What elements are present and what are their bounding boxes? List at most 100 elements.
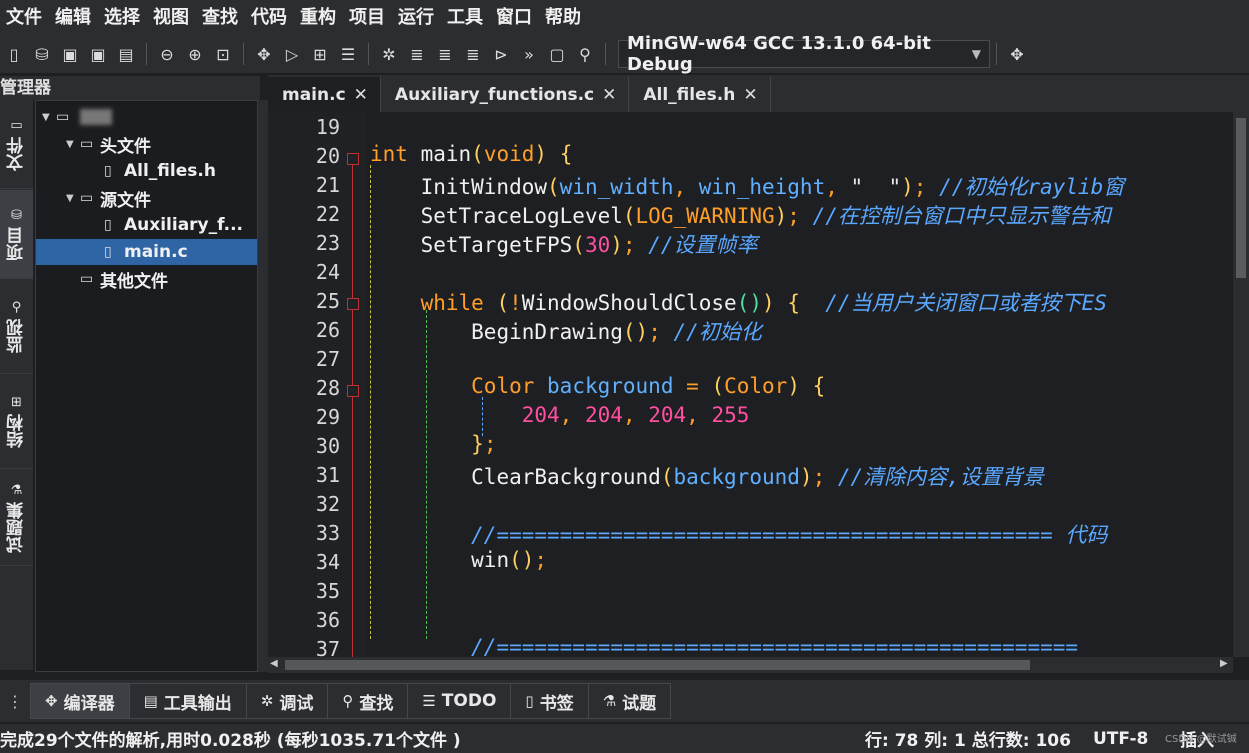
bottom-tab-label: 查找 — [359, 693, 394, 714]
new-file-icon[interactable]: ▯ — [1, 41, 27, 67]
tree-item[interactable]: ▯ Auxiliary_f... — [36, 212, 257, 238]
menu-item[interactable]: 项目 — [343, 0, 392, 35]
options-icon[interactable]: ☰ — [335, 41, 361, 67]
menu-bar: 文件 编辑 选择 视图 查找 代码 重构 项目 运行 工具 窗口 帮助 — [0, 0, 1249, 35]
folder-icon: ▭ — [80, 271, 94, 287]
compile-icon[interactable]: ✥ — [251, 41, 277, 67]
open-project-icon[interactable]: ⛁ — [29, 41, 55, 67]
scroll-right-icon[interactable]: ▶ — [1220, 658, 1228, 669]
menu-item[interactable]: 编辑 — [49, 0, 98, 35]
step-into-icon[interactable]: ≣ — [432, 41, 458, 67]
panel-grip-icon: ⋮ — [7, 691, 23, 711]
close-icon[interactable]: ✕ — [743, 85, 757, 105]
bottom-tab[interactable]: ▤ 工具输出 — [128, 683, 247, 719]
menu-item[interactable]: 重构 — [294, 0, 343, 35]
bottom-tab[interactable]: ▯ 书签 — [510, 683, 589, 719]
add-watch-icon[interactable]: ⚲ — [572, 41, 598, 67]
project-icon: ⛁ — [11, 207, 22, 223]
compile-run-icon[interactable]: ⊞ — [307, 41, 333, 67]
fold-marker-icon[interactable] — [347, 385, 359, 397]
side-tab-1[interactable]: ⛁ 项目 — [0, 190, 33, 279]
code-line: //======================================… — [471, 523, 1108, 547]
line-number: 23 — [315, 231, 340, 255]
forward-icon[interactable]: ⊕ — [182, 41, 208, 67]
save-as-icon[interactable]: ▣ — [85, 41, 111, 67]
bottom-tab[interactable]: ✲ 调试 — [245, 683, 329, 719]
tree-item-label: main.c — [124, 242, 188, 262]
menu-item[interactable]: 查找 — [196, 0, 245, 35]
scroll-left-icon[interactable]: ◀ — [270, 658, 278, 669]
splitter[interactable] — [258, 100, 268, 672]
tree-item[interactable]: ▼ ▭ — [36, 104, 257, 130]
side-tab-4[interactable]: ⚗ 试题集 — [0, 470, 33, 566]
line-number: 31 — [315, 463, 340, 487]
encoding[interactable]: UTF-8 — [1093, 729, 1148, 749]
bottom-tab[interactable]: ⚲ 查找 — [327, 683, 409, 719]
back-icon[interactable]: ⊖ — [154, 41, 180, 67]
close-icon[interactable]: ✕ — [602, 85, 616, 105]
line-number: 33 — [315, 521, 340, 545]
close-icon[interactable]: ✕ — [354, 85, 368, 105]
code-editor[interactable]: 19 20 21 22 23 24 25 26 27 28 29 30 31 32 33 34 35 36 37 i… — [268, 112, 1233, 657]
menu-item[interactable]: 视图 — [147, 0, 196, 35]
redacted-name — [80, 109, 112, 125]
folder-icon: ▭ — [80, 190, 94, 206]
structure-icon: ⊞ — [11, 395, 22, 410]
side-tab-label: 监视 — [7, 319, 27, 353]
menu-item[interactable]: 帮助 — [539, 0, 588, 35]
step-out-icon[interactable]: ≣ — [460, 41, 486, 67]
menu-item[interactable]: 窗口 — [490, 0, 539, 35]
fold-marker-icon[interactable] — [347, 153, 359, 165]
save-all-icon[interactable]: ▤ — [113, 41, 139, 67]
side-tab-0[interactable]: ▭ 文件 — [0, 100, 33, 189]
tree-item-label: 源文件 — [100, 190, 151, 211]
editor-tab[interactable]: All_files.h ✕ — [629, 77, 771, 112]
compiler-settings-icon[interactable]: ✥ — [1004, 41, 1030, 67]
menu-item[interactable]: 运行 — [392, 0, 441, 35]
code-line: }; — [471, 432, 497, 456]
tree-item-label: 其他文件 — [100, 271, 168, 292]
debug-icon[interactable]: ✲ — [376, 41, 402, 67]
toolbar-separator — [368, 43, 369, 65]
tree-item-label: 头文件 — [100, 136, 151, 157]
continue-icon[interactable]: » — [516, 41, 542, 67]
bottom-tab[interactable]: ☰ TODO — [407, 683, 512, 719]
run-to-cursor-icon[interactable]: ⊳ — [488, 41, 514, 67]
tree-item[interactable]: ▭ 其他文件 — [36, 266, 257, 292]
side-tab-label: 试题集 — [7, 501, 27, 553]
menu-item[interactable]: 工具 — [441, 0, 490, 35]
vertical-scroll-thumb[interactable] — [1236, 118, 1246, 278]
editor-tab-label: Auxiliary_functions.c — [394, 84, 595, 105]
bottom-tab[interactable]: ✥ 编译器 — [30, 683, 130, 719]
search-icon: ⚲ — [342, 692, 354, 710]
tree-item[interactable]: ▼ ▭ 源文件 — [36, 185, 257, 211]
bottom-panel-tabs: ⋮ ✥ 编译器 ▤ 工具输出 ✲ 调试 ⚲ 查找 ☰ TODO ▯ 书签 ⚗ 试题 — [0, 680, 1249, 722]
editor-tab[interactable]: Auxiliary_functions.c ✕ — [381, 77, 630, 112]
step-over-icon[interactable]: ≣ — [404, 41, 430, 67]
line-number: 28 — [315, 376, 340, 400]
bottom-tab-label: 书签 — [539, 693, 574, 714]
menu-item[interactable]: 选择 — [98, 0, 147, 35]
format-icon[interactable]: ⊡ — [210, 41, 236, 67]
menu-item[interactable]: 代码 — [245, 0, 294, 35]
tree-item[interactable]: ▯ All_files.h — [36, 158, 257, 184]
stop-icon[interactable]: ▢ — [544, 41, 570, 67]
side-tab-2[interactable]: ⚲ 监视 — [0, 280, 33, 374]
tree-item[interactable]: ▯ main.c — [36, 239, 257, 265]
side-tabs: ▭ 文件 ⛁ 项目 ⚲ 监视 ⊞ 结构 ⚗ 试题集 — [0, 100, 33, 670]
menu-item[interactable]: 文件 — [0, 0, 49, 35]
indent-guide — [482, 397, 483, 436]
horizontal-scroll-thumb[interactable] — [285, 660, 1030, 670]
side-tab-3[interactable]: ⊞ 结构 — [0, 375, 33, 469]
code-line: SetTargetFPS(30); //设置帧率 — [420, 233, 758, 257]
line-number: 19 — [315, 115, 340, 139]
bottom-tab[interactable]: ⚗ 试题 — [587, 683, 672, 719]
tree-item[interactable]: ▼ ▭ 头文件 — [36, 131, 257, 157]
compiler-select[interactable]: MinGW-w64 GCC 13.1.0 64-bit Debug ▼ — [618, 33, 990, 75]
save-icon[interactable]: ▣ — [57, 41, 83, 67]
fold-marker-icon[interactable] — [347, 298, 359, 310]
editor-tab[interactable]: main.c ✕ — [268, 77, 381, 112]
expand-arrow-icon: ▼ — [42, 111, 50, 123]
run-icon[interactable]: ▷ — [279, 41, 305, 67]
todo-icon: ☰ — [422, 692, 436, 710]
